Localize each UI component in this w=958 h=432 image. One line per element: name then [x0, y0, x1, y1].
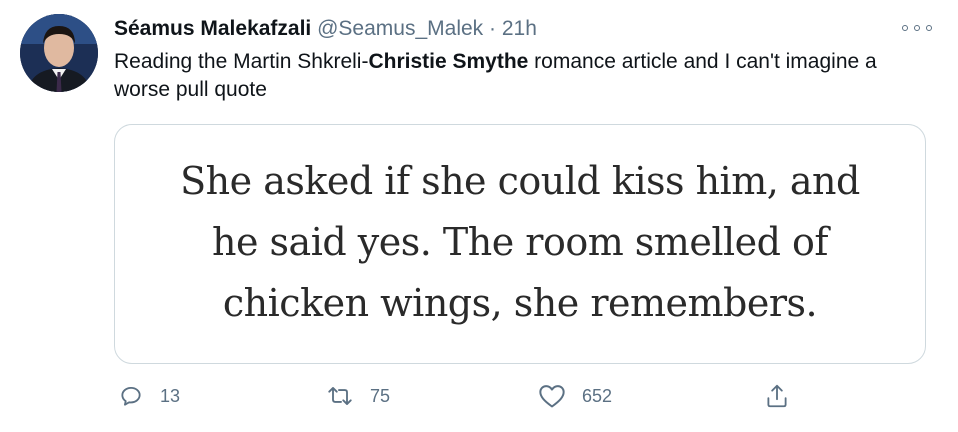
- like-count: 652: [582, 385, 613, 406]
- tweet-actions: 13 75 652: [114, 378, 934, 414]
- retweet-button[interactable]: 75: [326, 378, 390, 414]
- pull-quote-text: She asked if she could kiss him, and he …: [180, 158, 860, 325]
- reply-count: 13: [160, 385, 181, 406]
- share-button[interactable]: [764, 378, 790, 414]
- tweet-text: Reading the Martin Shkreli-Christie Smyt…: [114, 48, 934, 104]
- tweet-header: Séamus Malekafzali @Seamus_Malek · 21h: [114, 16, 537, 42]
- reply-icon: [121, 386, 141, 406]
- attached-image[interactable]: She asked if she could kiss him, and he …: [114, 124, 926, 364]
- tweet-text-bold: Christie Smythe: [368, 50, 529, 73]
- tweet-text-part: Reading the Martin Shkreli-: [114, 50, 369, 73]
- share-icon: [767, 384, 787, 408]
- heart-icon: [539, 385, 565, 408]
- user-handle[interactable]: @Seamus_Malek: [317, 17, 483, 40]
- display-name[interactable]: Séamus Malekafzali: [114, 17, 311, 40]
- retweet-icon: [328, 387, 352, 405]
- like-button[interactable]: 652: [538, 378, 612, 414]
- more-horizontal-icon[interactable]: [902, 18, 932, 38]
- avatar-image: [20, 14, 98, 92]
- avatar[interactable]: [20, 14, 98, 92]
- reply-button[interactable]: 13: [118, 378, 180, 414]
- separator-dot: ·: [489, 17, 497, 40]
- tweet[interactable]: Séamus Malekafzali @Seamus_Malek · 21h R…: [0, 0, 958, 432]
- retweet-count: 75: [370, 385, 391, 406]
- timestamp[interactable]: 21h: [502, 17, 537, 40]
